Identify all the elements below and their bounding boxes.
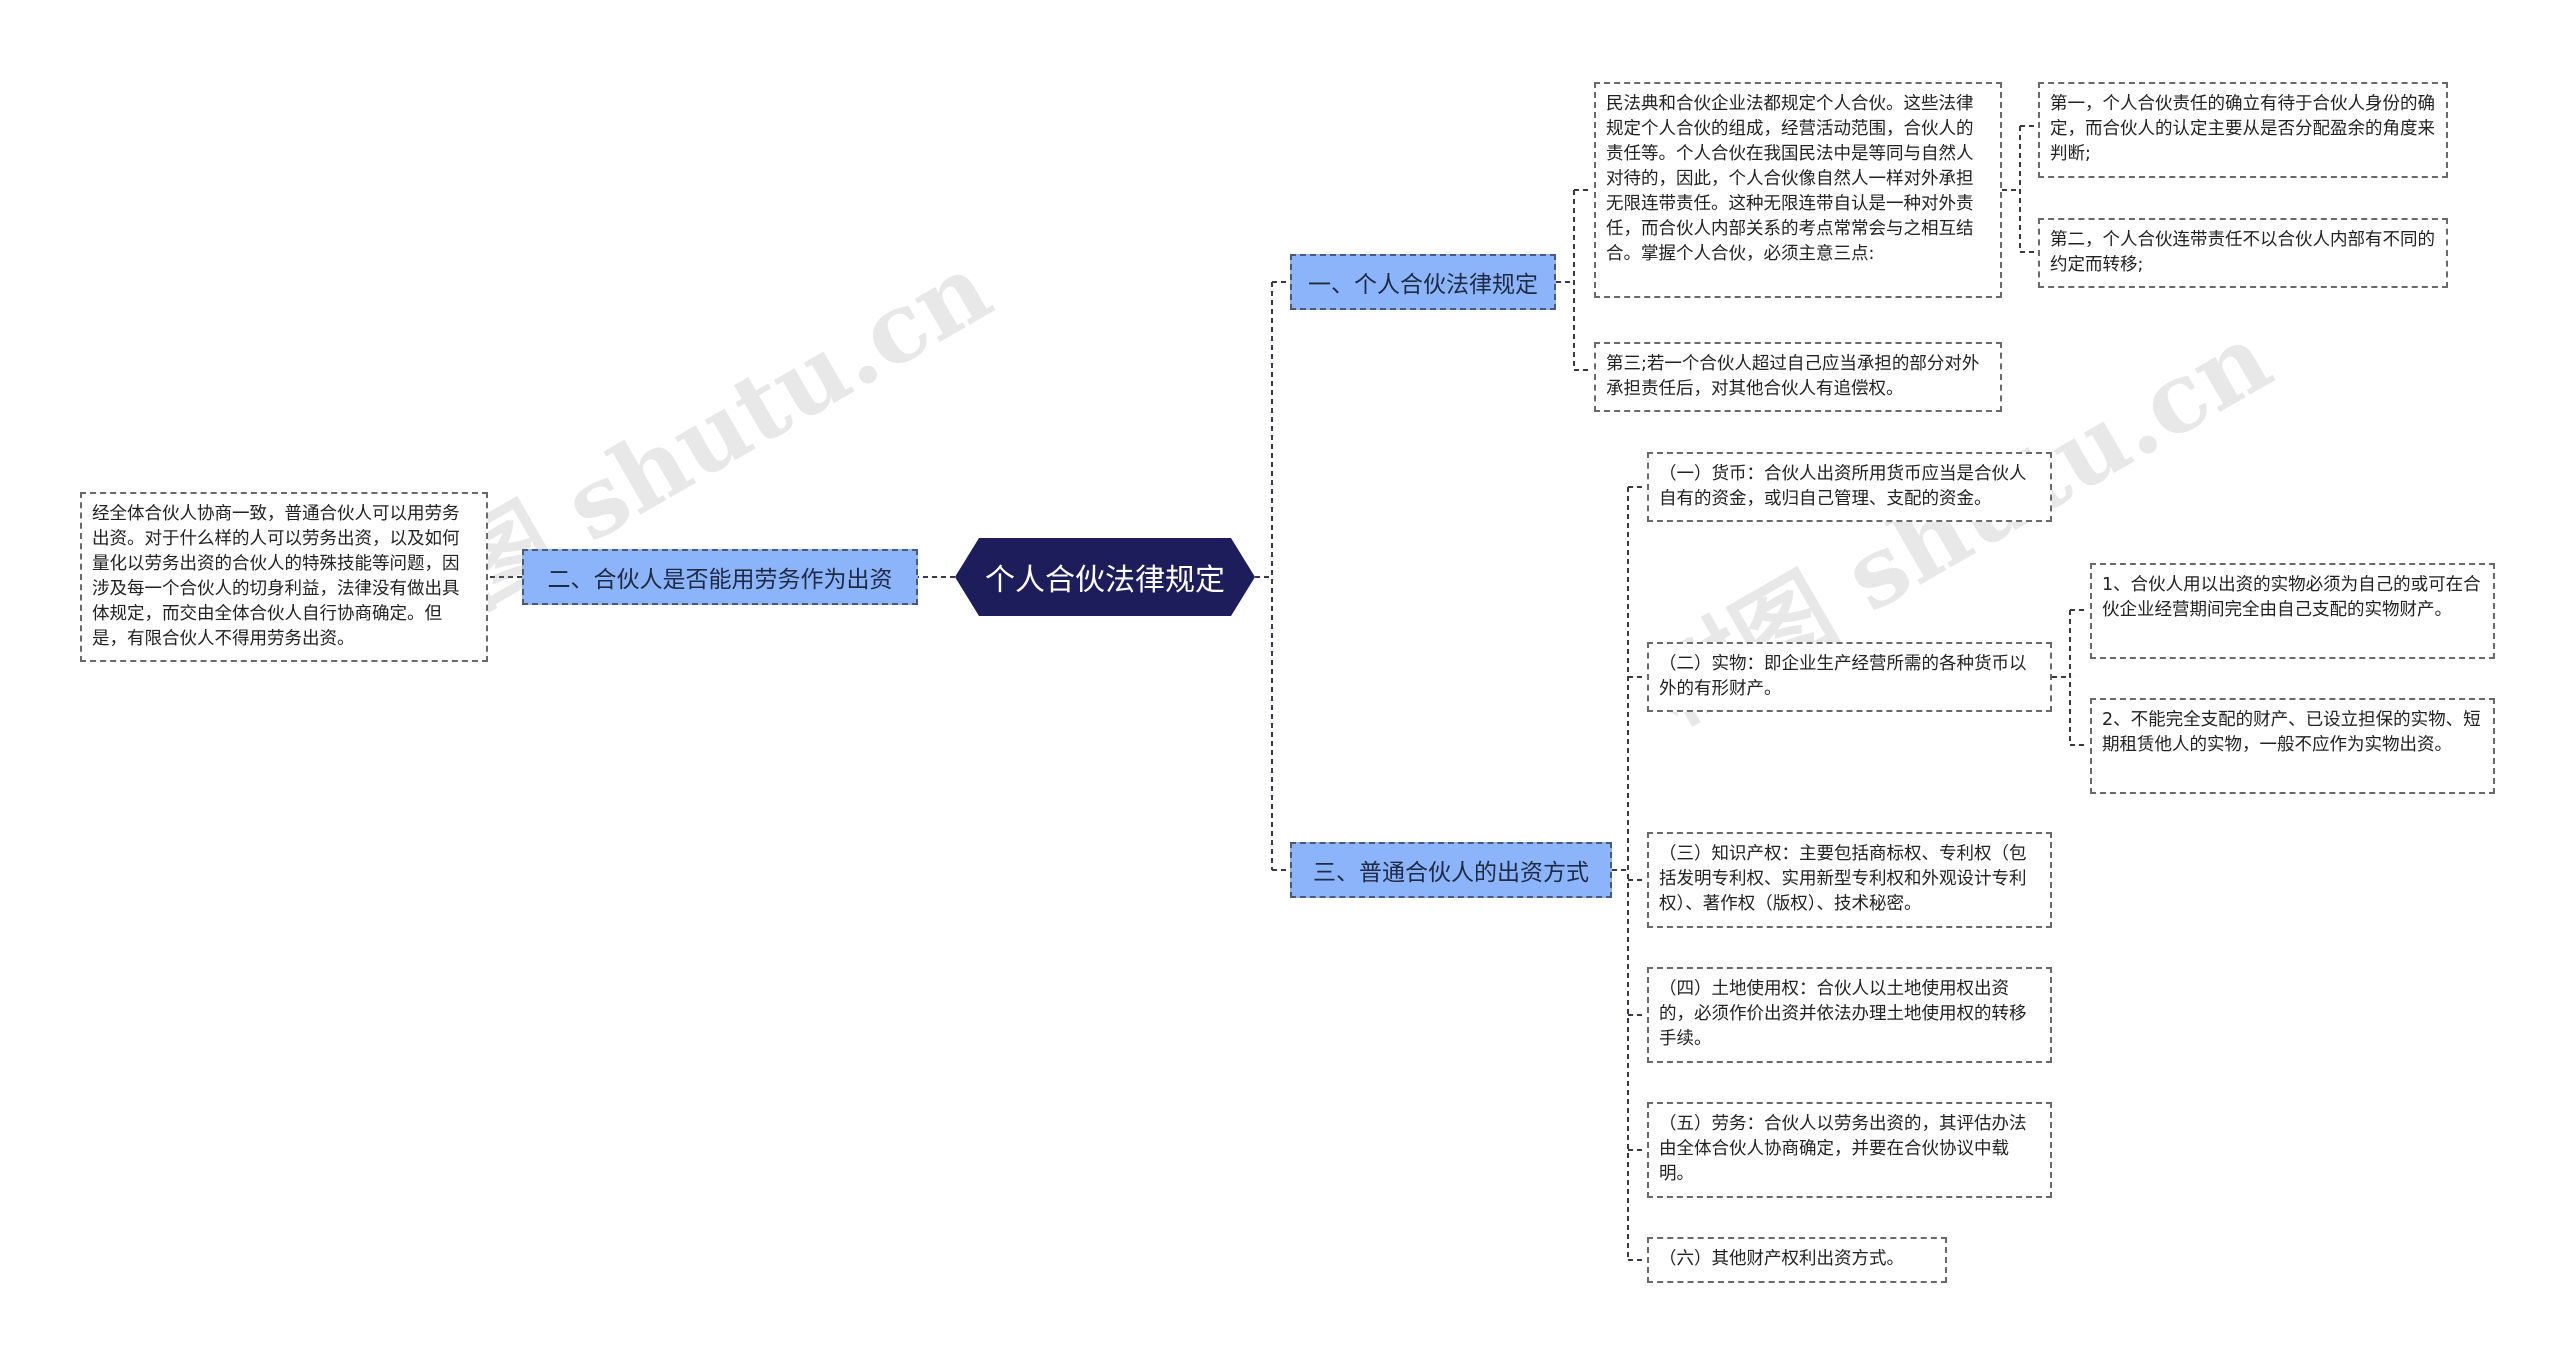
leaf-b3-physical[interactable]: （二）实物：即企业生产经营所需的各种货币以外的有形财产。 (1647, 642, 2052, 712)
leaf-b1-point2[interactable]: 第二，个人合伙连带责任不以合伙人内部有不同的约定而转移; (2038, 218, 2448, 288)
leaf-b3-other[interactable]: （六）其他财产权利出资方式。 (1647, 1237, 1947, 1283)
branch-legal-provisions[interactable]: 一、个人合伙法律规定 (1290, 254, 1556, 310)
connector-lines (488, 125, 2088, 1261)
root-topic[interactable]: 个人合伙法律规定 (955, 538, 1255, 616)
branch-labor-contribution[interactable]: 二、合伙人是否能用劳务作为出资 (522, 549, 918, 605)
leaf-b3-land[interactable]: （四）土地使用权：合伙人以土地使用权出资的，必须作价出资并依法办理土地使用权的转… (1647, 967, 2052, 1063)
leaf-b3-currency[interactable]: （一）货币：合伙人出资所用货币应当是合伙人自有的资金，或归自己管理、支配的资金。 (1647, 452, 2052, 522)
leaf-b3-labor[interactable]: （五）劳务：合伙人以劳务出资的，其评估办法由全体合伙人协商确定，并要在合伙协议中… (1647, 1102, 2052, 1198)
mindmap-canvas: 树图 shutu.cn 树图 shutu.cn 个人合伙法律规定 一、个人合伙法… (0, 0, 2560, 1355)
leaf-b1-point1[interactable]: 第一，个人合伙责任的确立有待于合伙人身份的确定，而合伙人的认定主要从是否分配盈余… (2038, 82, 2448, 178)
leaf-b3-physical-rule1[interactable]: 1、合伙人用以出资的实物必须为自己的或可在合伙企业经营期间完全由自己支配的实物财… (2090, 563, 2495, 659)
leaf-b1-point3[interactable]: 第三;若一个合伙人超过自己应当承担的部分对外承担责任后，对其他合伙人有追偿权。 (1594, 342, 2002, 412)
leaf-b1-intro[interactable]: 民法典和合伙企业法都规定个人合伙。这些法律规定个人合伙的组成，经营活动范围，合伙… (1594, 82, 2002, 298)
branch-contribution-methods[interactable]: 三、普通合伙人的出资方式 (1290, 842, 1612, 898)
leaf-b3-physical-rule2[interactable]: 2、不能完全支配的财产、已设立担保的实物、短期租赁他人的实物，一般不应作为实物出… (2090, 698, 2495, 794)
leaf-b3-ip[interactable]: （三）知识产权：主要包括商标权、专利权（包括发明专利权、实用新型专利权和外观设计… (1647, 832, 2052, 928)
leaf-b2-text[interactable]: 经全体合伙人协商一致，普通合伙人可以用劳务出资。对于什么样的人可以劳务出资，以及… (80, 492, 488, 662)
